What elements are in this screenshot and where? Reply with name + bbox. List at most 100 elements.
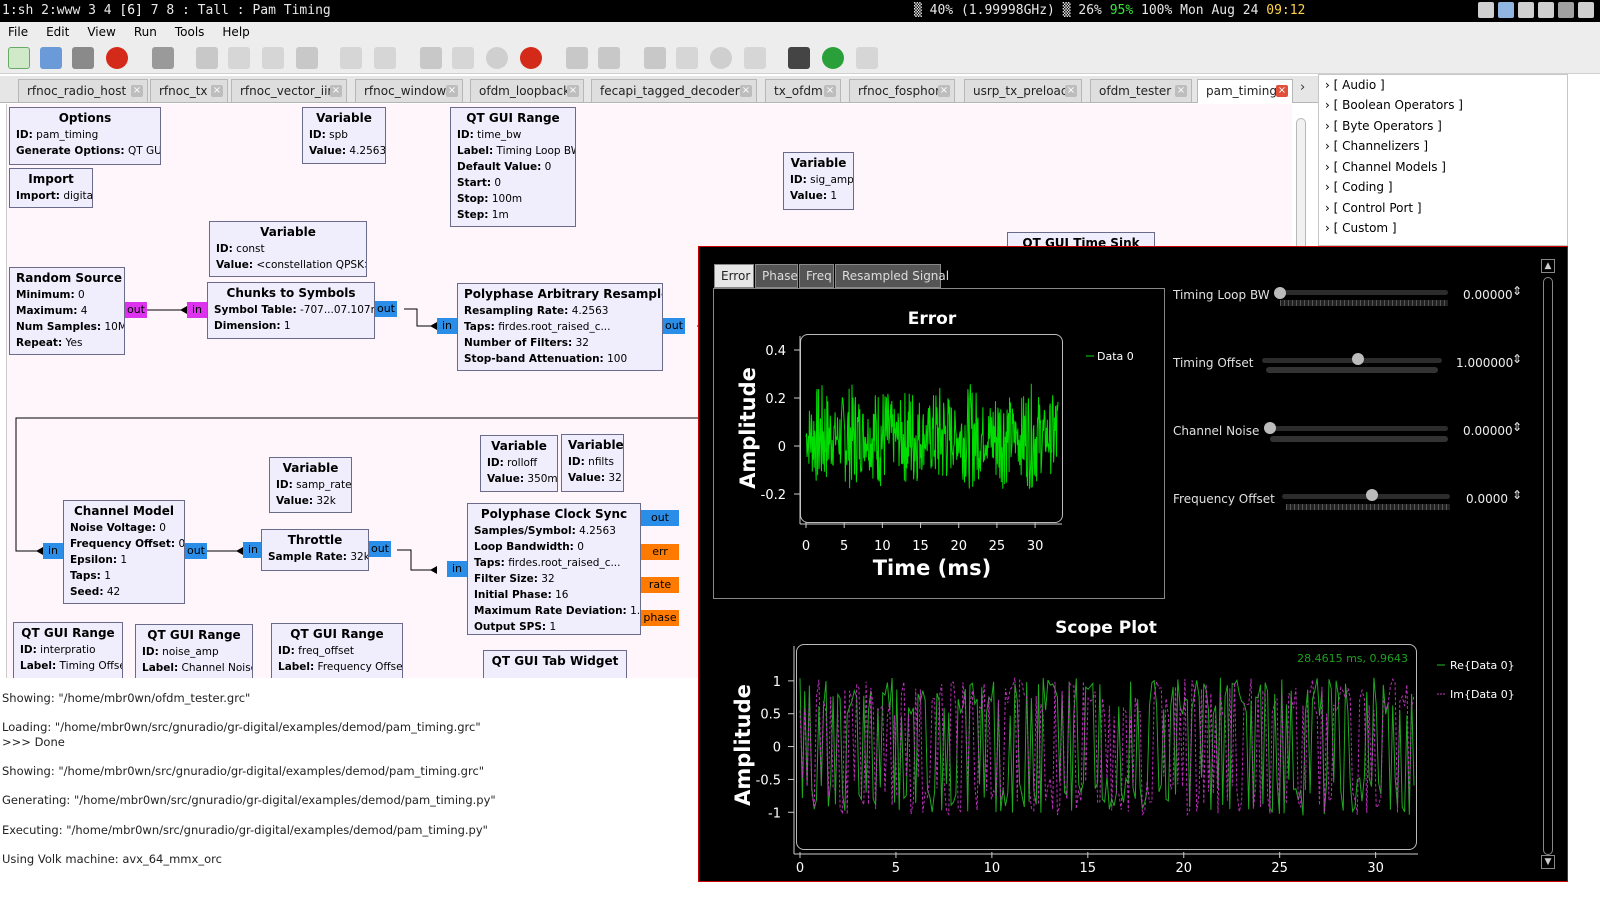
kill-icon[interactable]: [520, 47, 542, 69]
redo-icon[interactable]: [374, 47, 396, 69]
block-polyphase-arbitrary-resampler[interactable]: Polyphase Arbitrary Resampler Resampling…: [457, 283, 663, 371]
block-import[interactable]: Import Import: digital: [9, 168, 93, 208]
block-chunks-to-symbols[interactable]: Chunks to Symbols Symbol Table: -707...0…: [207, 282, 375, 339]
close-tab-icon[interactable]: ×: [567, 85, 579, 97]
tab-usrp-tx-preload[interactable]: usrp_tx_preload ×: [964, 79, 1082, 102]
close-tab-icon[interactable]: ×: [131, 85, 143, 97]
block-qt-gui-range-interpratio[interactable]: QT GUI Range ID: interpratio Label: Timi…: [13, 622, 123, 678]
enable-icon[interactable]: [644, 47, 666, 69]
tree-item-boolean-operators[interactable]: › [ Boolean Operators ]: [1325, 98, 1463, 112]
menu-view[interactable]: View: [87, 22, 115, 42]
port-resampler-in[interactable]: in: [437, 318, 457, 334]
tab-tx-ofdm[interactable]: tx_ofdm ×: [765, 79, 841, 102]
tab-rfnoc-radio-host[interactable]: rfnoc_radio_host ×: [18, 79, 148, 102]
spinbox-timing-offset[interactable]: 1.000000: [1456, 356, 1513, 370]
spin-arrows-icon[interactable]: ⇕: [1512, 420, 1522, 434]
port-random-out[interactable]: out: [125, 302, 147, 318]
close-red-icon[interactable]: [106, 47, 128, 69]
tree-item-channel-models[interactable]: › [ Channel Models ]: [1325, 160, 1446, 174]
save-icon[interactable]: [72, 47, 94, 69]
tab-pam-timing[interactable]: pam_timing ×: [1197, 79, 1293, 103]
block-variable-spb[interactable]: Variable ID: spb Value: 4.2563: [302, 107, 386, 164]
rotate-left-icon[interactable]: [566, 47, 588, 69]
slider-channel-noise[interactable]: [1266, 426, 1448, 431]
close-tab-icon[interactable]: ×: [938, 85, 950, 97]
slider-handle[interactable]: [1264, 422, 1276, 434]
block-variable-nfilts[interactable]: Variable ID: nfilts Value: 32: [561, 434, 624, 492]
current-workspace[interactable]: [6]: [119, 3, 142, 18]
qt-tab-freq[interactable]: Freq: [799, 264, 834, 288]
block-qt-gui-tab-widget[interactable]: QT GUI Tab Widget: [483, 650, 627, 678]
block-polyphase-clock-sync[interactable]: Polyphase Clock Sync Samples/Symbol: 4.2…: [467, 503, 641, 635]
rotate-right-icon[interactable]: [598, 47, 620, 69]
close-tab-icon[interactable]: ×: [446, 85, 458, 97]
block-variable-sig-amp[interactable]: Variable ID: sig_amp Value: 1: [783, 152, 854, 210]
tab-rfnoc-vector-iir[interactable]: rfnoc_vector_iir ×: [231, 79, 347, 102]
reload-icon[interactable]: [822, 47, 844, 69]
close-tab-icon[interactable]: ×: [740, 85, 752, 97]
disable-block-icon[interactable]: [420, 47, 442, 69]
block-random-source[interactable]: Random Source Minimum: 0 Maximum: 4 Num …: [9, 267, 125, 355]
tab-ofdm-loopback[interactable]: ofdm_loopback ×: [470, 79, 584, 102]
spin-arrows-icon[interactable]: ⇕: [1512, 352, 1522, 366]
block-qt-gui-range-noise-amp[interactable]: QT GUI Range ID: noise_amp Label: Channe…: [135, 624, 253, 678]
port-sync-err[interactable]: err: [641, 544, 679, 560]
menu-tools[interactable]: Tools: [175, 22, 205, 42]
workspace-list[interactable]: 1:sh 2:www 3 4 [6] 7 8 : Tall : Pam Timi…: [2, 0, 331, 22]
spinbox-frequency-offset[interactable]: 0.0000: [1466, 492, 1508, 506]
clipboard-icon[interactable]: [1498, 2, 1514, 18]
block-variable-samp-rate[interactable]: Variable ID: samp_rate Value: 32k: [269, 457, 352, 513]
scroll-up-icon[interactable]: ▲: [1541, 259, 1555, 273]
speaker-icon[interactable]: [1478, 2, 1494, 18]
tree-item-custom[interactable]: › [ Custom ]: [1325, 221, 1397, 235]
port-sync-phase[interactable]: phase: [641, 610, 679, 626]
slider-handle[interactable]: [1352, 353, 1364, 365]
create-hier-icon[interactable]: [744, 47, 766, 69]
paste-icon[interactable]: [262, 47, 284, 69]
undo-icon[interactable]: [340, 47, 362, 69]
spinbox-timing-loop-bw[interactable]: 0.00000: [1463, 288, 1513, 302]
port-resampler-out[interactable]: out: [663, 318, 685, 334]
print-icon[interactable]: [152, 47, 174, 69]
delete-icon[interactable]: [296, 47, 318, 69]
qt-tab-resampled-signal[interactable]: Resampled Signal: [835, 264, 949, 288]
menu-file[interactable]: File: [8, 22, 28, 42]
open-hier-icon[interactable]: [856, 47, 878, 69]
menu-help[interactable]: Help: [222, 22, 249, 42]
port-chunks-out[interactable]: out: [375, 301, 397, 317]
block-variable-rolloff[interactable]: Variable ID: rolloff Value: 350m: [480, 435, 558, 492]
cut-icon[interactable]: [196, 47, 218, 69]
tree-item-byte-operators[interactable]: › [ Byte Operators ]: [1325, 119, 1442, 133]
battery-icon[interactable]: [1558, 2, 1574, 18]
spinbox-channel-noise[interactable]: 0.00000: [1463, 424, 1513, 438]
qt-tab-error[interactable]: Error: [714, 264, 754, 288]
execute-icon[interactable]: [710, 47, 732, 69]
block-qt-gui-range-freq-offset[interactable]: QT GUI Range ID: freq_offset Label: Freq…: [271, 623, 403, 678]
network-icon[interactable]: [1538, 2, 1554, 18]
port-channel-out[interactable]: out: [185, 543, 207, 559]
close-tab-icon[interactable]: ×: [1276, 85, 1288, 97]
block-variable-const[interactable]: Variable ID: const Value: <constellation…: [209, 221, 367, 277]
port-sync-out[interactable]: out: [641, 510, 679, 526]
slider-handle[interactable]: [1274, 287, 1286, 299]
close-tab-icon[interactable]: ×: [824, 85, 836, 97]
block-throttle[interactable]: Throttle Sample Rate: 32k: [261, 529, 369, 571]
block-channel-model[interactable]: Channel Model Noise Voltage: 0 Frequency…: [63, 500, 185, 604]
scroll-down-icon[interactable]: ▼: [1541, 855, 1555, 869]
port-sync-in[interactable]: in: [447, 561, 467, 577]
slider-timing-loop-bw[interactable]: [1276, 290, 1448, 295]
menu-run[interactable]: Run: [134, 22, 157, 42]
tab-rfnoc-window[interactable]: rfnoc_window ×: [355, 79, 463, 102]
workspaces[interactable]: 1:sh 2:www 3 4: [2, 3, 112, 18]
close-tab-icon[interactable]: ×: [330, 85, 342, 97]
qt-window-scrollbar[interactable]: ▲ ▼: [1541, 259, 1555, 869]
qt-tab-phase[interactable]: Phase: [755, 264, 798, 288]
tabs-scroll-right-icon[interactable]: ›: [1300, 80, 1305, 95]
tree-item-audio[interactable]: › [ Audio ]: [1325, 78, 1385, 92]
port-chunks-in[interactable]: in: [187, 302, 207, 318]
spin-arrows-icon[interactable]: ⇕: [1512, 488, 1522, 502]
port-sync-rate[interactable]: rate: [641, 577, 679, 593]
find-icon[interactable]: [788, 47, 810, 69]
tab-rfnoc-fosphor[interactable]: rfnoc_fosphor ×: [849, 79, 955, 102]
tree-item-control-port[interactable]: › [ Control Port ]: [1325, 201, 1422, 215]
